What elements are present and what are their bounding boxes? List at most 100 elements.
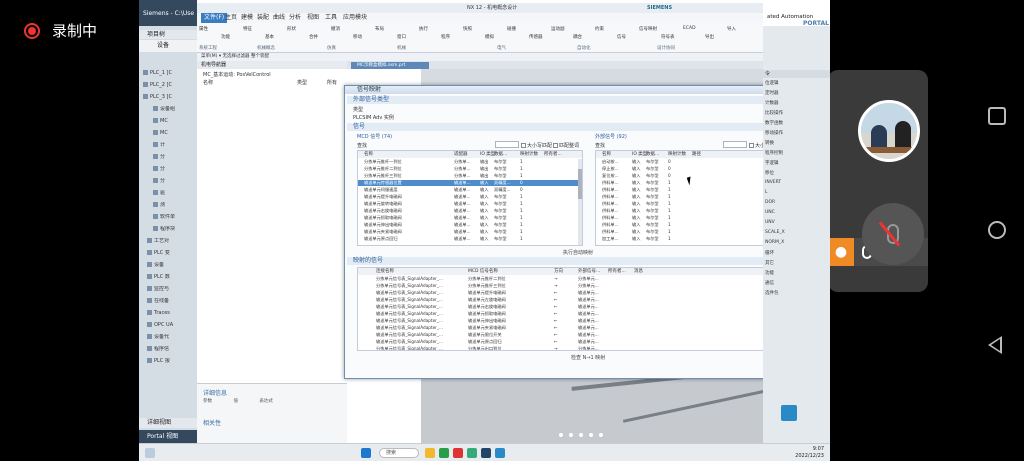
column-header[interactable]: 名称 — [364, 151, 373, 158]
instruction-item[interactable]: L — [765, 190, 768, 195]
menu-item-0[interactable]: 文件(F) — [201, 13, 228, 23]
table-row[interactable]: 输送单元信号表_SignalAdapter_... 输送单元提升电磁阀 ← 输送单元.… — [358, 290, 812, 296]
instruction-item[interactable]: 计数器 — [765, 100, 779, 106]
instruction-item[interactable]: DOR — [765, 200, 775, 205]
table-row[interactable]: 输送单元信号表_SignalAdapter_... 输送单元原点回归 ← 输送单元..… — [358, 339, 812, 345]
weather-icon[interactable] — [145, 448, 155, 458]
details-title[interactable]: 详细信息 — [203, 388, 227, 397]
instruction-item[interactable]: 移位 — [765, 170, 774, 176]
ribbon-button[interactable]: 符号表 — [661, 34, 675, 40]
column-header[interactable]: 方向 — [554, 268, 563, 275]
table-row[interactable]: 输送单元提升电磁阀 输送单... 输入 布尔型 1 — [358, 194, 582, 200]
instruction-item[interactable]: 循环 — [765, 250, 774, 256]
ribbon-button[interactable]: 属性 — [199, 26, 208, 32]
instruction-item[interactable]: 位逻辑 — [765, 80, 779, 86]
ribbon-button[interactable]: 形状 — [287, 26, 296, 32]
ribbon-button[interactable]: 特征 — [243, 26, 252, 32]
mapped-signal-table[interactable]: 连接名称 MCD 信号名称 方向 外部信号... 所有者... 消息 分拣单元信号表_Sig… — [357, 267, 813, 351]
table-row[interactable]: 输送单元信号表_SignalAdapter_... 输送单元右旋电磁阀 ← 输送单元.… — [358, 304, 812, 310]
ribbon-button[interactable]: 耦合 — [573, 34, 582, 40]
check-n-to-1-mapping[interactable]: 检查 N→1 映射 — [571, 354, 605, 361]
recording-indicator[interactable]: 录制中 — [24, 20, 97, 41]
column-header[interactable]: 名称 — [602, 151, 611, 158]
menu-item-5[interactable]: 分析 — [289, 13, 301, 23]
instruction-item[interactable]: UNV — [765, 220, 775, 225]
column-header[interactable]: 映射计数 — [668, 151, 686, 158]
tree-item[interactable]: 设备 — [147, 262, 201, 269]
back-icon[interactable] — [988, 336, 1002, 354]
tree-item[interactable]: 工艺对 — [147, 238, 201, 245]
ribbon-button[interactable]: ECAD — [683, 26, 696, 31]
scrollbar-thumb[interactable] — [578, 169, 582, 199]
instruction-item[interactable]: 数学函数 — [765, 120, 783, 126]
ribbon-button[interactable]: 信号 — [617, 34, 626, 40]
instruction-item[interactable]: SCALE_X — [765, 230, 785, 235]
table-row[interactable]: 输送单元旋转电磁阀 输送单... 输入 布尔型 1 — [358, 201, 582, 207]
column-header[interactable]: 所有者... — [608, 268, 626, 275]
start-icon[interactable] — [361, 448, 371, 458]
nav-row[interactable]: MC_基本运动: PosVelControl — [203, 71, 271, 78]
menu-item-4[interactable]: 曲线 — [273, 13, 285, 23]
table-row[interactable]: 输送单元信号表_SignalAdapter_... 输送单元伸出电磁阀 ← 输送单元.… — [358, 318, 812, 324]
tree-item[interactable]: OPC UA — [147, 322, 201, 329]
ribbon-button[interactable]: 模拟 — [485, 34, 494, 40]
instruction-item[interactable]: UNC — [765, 210, 775, 215]
column-header[interactable]: 数据... — [494, 151, 507, 158]
ribbon-button[interactable]: 功能 — [221, 34, 230, 40]
tree-item[interactable]: 程序信 — [147, 346, 201, 353]
ribbon-button[interactable]: 布局 — [375, 26, 384, 32]
tree-item[interactable]: PLC 报 — [147, 358, 201, 365]
instruction-item[interactable]: 功能 — [765, 270, 774, 276]
instruction-item[interactable]: INVERT — [765, 180, 781, 185]
table-row[interactable]: 输送单元信号表_SignalAdapter_... 输送单元左旋电磁阀 ← 输送单元.… — [358, 297, 812, 303]
instruction-item[interactable]: 选件包 — [765, 290, 779, 296]
tree-item[interactable]: 设备代 — [147, 334, 201, 341]
selection-filter-bar[interactable]: 菜单(M) ▾ 无选择过滤器 整个装配 — [197, 53, 763, 61]
instruction-item[interactable]: 转换 — [765, 140, 774, 146]
ribbon-button[interactable]: 移动 — [353, 34, 362, 40]
tree-item[interactable]: Traces — [147, 310, 201, 317]
details-view-label[interactable]: 详细视图 — [139, 418, 199, 428]
mapped-signals-section[interactable]: 映射的信号 — [347, 257, 817, 265]
table-row[interactable]: 分拣单元推杆一到位 分拣单... 输出 布尔型 1 — [358, 159, 582, 165]
menu-item-3[interactable]: 装配 — [257, 13, 269, 23]
mcd-search-input[interactable] — [495, 141, 519, 148]
menu-item-8[interactable]: 应用模块 — [343, 13, 367, 23]
column-header[interactable]: 路径 — [692, 151, 701, 158]
ribbon-button[interactable]: 合并 — [309, 34, 318, 40]
column-header[interactable]: 消息 — [634, 268, 643, 275]
instruction-item[interactable]: 定时器 — [765, 90, 779, 96]
instruction-item[interactable]: 通信 — [765, 280, 774, 286]
menu-item-6[interactable]: 视图 — [307, 13, 319, 23]
table-row[interactable]: 输送单元夹紧电磁阀 输送单... 输入 布尔型 1 — [358, 229, 582, 235]
dependency-title[interactable]: 相关性 — [203, 418, 221, 427]
mcd-match-word[interactable]: 匹配整词 — [553, 142, 579, 149]
column-header[interactable]: 适配器 — [454, 151, 468, 158]
ribbon-button[interactable]: 快照 — [463, 26, 472, 32]
tree-item[interactable]: 在线备 — [147, 298, 201, 305]
ribbon-button[interactable]: 基本 — [265, 34, 274, 40]
ribbon-button[interactable]: 信号映射 — [639, 26, 657, 32]
checkbox[interactable] — [521, 143, 526, 148]
tree-item[interactable]: PLC 变 — [147, 250, 201, 257]
app-icon[interactable] — [453, 448, 463, 458]
column-header[interactable]: 连接名称 — [376, 268, 394, 275]
table-row[interactable]: 输送单元伸出电磁阀 输送单... 输入 布尔型 1 — [358, 222, 582, 228]
table-row[interactable]: 分拣单元推杆二到位 分拣单... 输出 布尔型 1 — [358, 166, 582, 172]
column-header[interactable]: 数据... — [646, 151, 659, 158]
menu-item-7[interactable]: 工具 — [325, 13, 337, 23]
ribbon-button[interactable]: 碰撞 — [507, 26, 516, 32]
portal-view-tab[interactable]: Portal 视图 — [139, 430, 199, 443]
mcd-match-case[interactable]: 大小写匹配 — [521, 142, 552, 149]
checkbox[interactable] — [749, 143, 754, 148]
tia-icon[interactable] — [495, 448, 505, 458]
table-row[interactable]: 分拣单元信号表_SignalAdapter_... 分拣单元出口到位 → 分拣单元..… — [358, 346, 812, 350]
recent-apps-icon[interactable] — [988, 107, 1006, 125]
ribbon-button[interactable]: 传感器 — [529, 34, 543, 40]
column-header[interactable]: 外部信号... — [578, 268, 600, 275]
table-row[interactable]: 输送单元信号表_SignalAdapter_... 输送单元抓取电磁阀 ← 输送单元.… — [358, 311, 812, 317]
tree-item[interactable]: 监控与 — [147, 286, 201, 293]
explorer-icon[interactable] — [425, 448, 435, 458]
table-row[interactable]: 输送单元原点回归 输送单... 输入 布尔型 1 — [358, 236, 582, 242]
table-row[interactable]: 输送单元伺服速度 输送单... 输入 双精度... 0 — [358, 187, 582, 193]
